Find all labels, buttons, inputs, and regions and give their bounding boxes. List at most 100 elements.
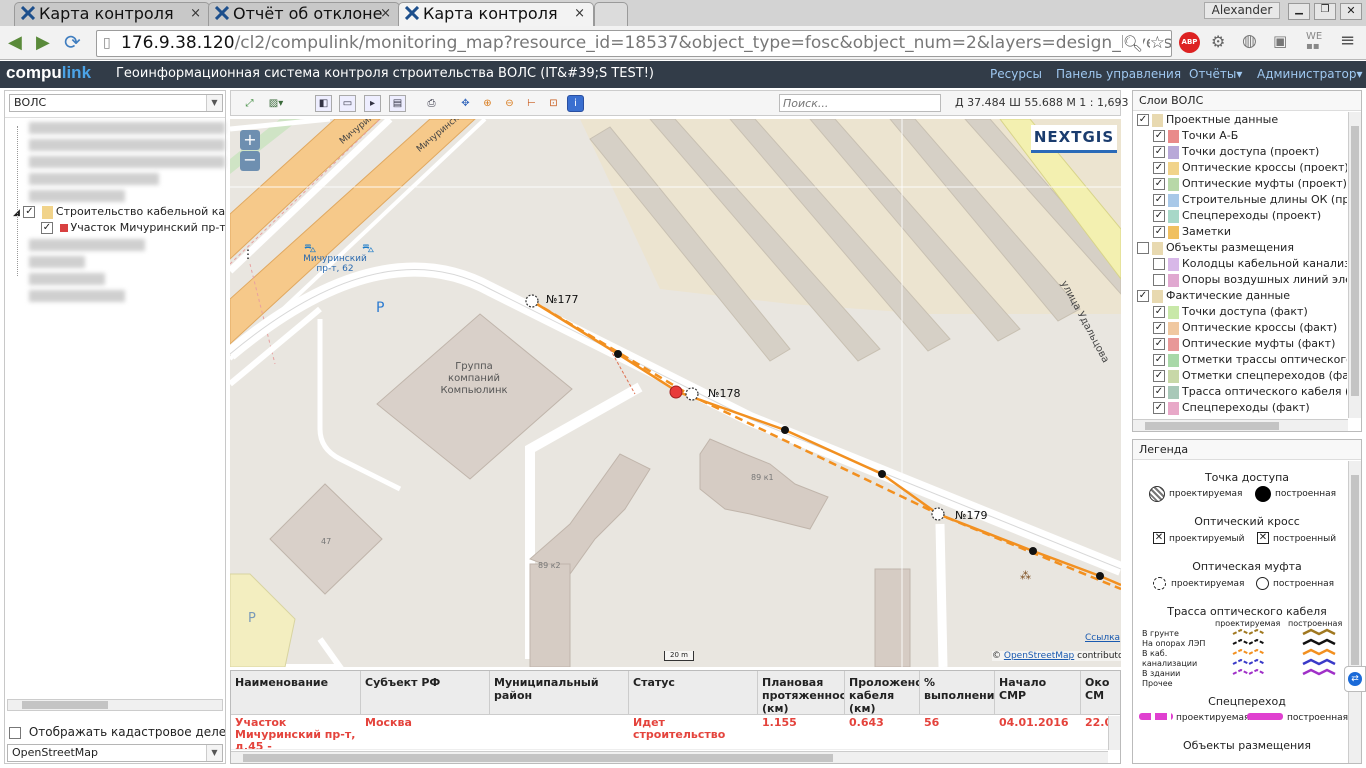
adblock-icon[interactable]: ABP <box>1179 32 1200 53</box>
globe-icon[interactable]: ◍ <box>1242 31 1257 51</box>
zoom-magnifier-icon[interactable]: 🔍︎ <box>1122 31 1143 56</box>
layer-item[interactable]: ✓ Строительные длины ОК (пр <box>1153 193 1347 209</box>
measure-area-icon[interactable]: ⊡ <box>545 95 562 112</box>
layer-item[interactable]: ✓ Точки доступа (факт) <box>1153 305 1308 321</box>
layer-checkbox[interactable]: ✓ <box>1153 386 1165 398</box>
layer-item[interactable]: ✓ Заметки <box>1153 225 1231 241</box>
scrollbar-thumb[interactable] <box>1351 475 1359 665</box>
browser-tab-3-active[interactable]: Карта контроля × <box>398 2 594 26</box>
layer-item[interactable]: ✓ Точки доступа (проект) <box>1153 145 1319 161</box>
extension-puzzle-icon[interactable]: ▣ <box>1273 32 1287 50</box>
zoom-out-tool-icon[interactable]: ⊖ <box>501 95 518 112</box>
object-type-select[interactable]: ВОЛС ▼ <box>9 94 223 112</box>
col-header-name[interactable]: Наименование <box>231 671 361 715</box>
tree-item-blurred[interactable] <box>29 273 105 285</box>
layer-item[interactable]: Опоры воздушных линий эле <box>1153 273 1347 289</box>
osm-link[interactable]: OpenStreetMap <box>1004 651 1074 661</box>
layer-checkbox[interactable] <box>1137 242 1149 254</box>
layer-item[interactable]: ✓ Оптические муфты (факт) <box>1153 337 1335 353</box>
tree-item-section[interactable]: ✓ Участок Мичуринский пр-т, <box>41 221 225 234</box>
scrollbar-thumb[interactable] <box>1351 126 1359 396</box>
measure-ruler-icon[interactable]: ⊢ <box>523 95 540 112</box>
point-label-179[interactable]: №179 <box>955 509 987 522</box>
profile-user-badge[interactable]: Alexander <box>1204 2 1280 19</box>
layout-table-icon[interactable]: ▤ <box>389 95 406 112</box>
tree-item-blurred[interactable] <box>29 122 225 134</box>
layers-vertical-scrollbar[interactable] <box>1348 112 1361 418</box>
layer-checkbox[interactable]: ✓ <box>1153 338 1165 350</box>
new-tab-button[interactable] <box>594 2 628 26</box>
zoom-in-tool-icon[interactable]: ⊕ <box>479 95 496 112</box>
tree-item-blurred[interactable] <box>29 173 159 185</box>
teamviewer-icon[interactable]: ⇄ <box>1344 666 1366 692</box>
layer-item[interactable]: ✓ Оптические кроссы (проект) <box>1153 161 1347 177</box>
print-icon[interactable]: ⎙ <box>423 95 440 112</box>
layer-item[interactable]: ✓ Отметки спецпереходов (фа <box>1153 369 1347 385</box>
layer-item[interactable]: ✓ Оптические кроссы (факт) <box>1153 321 1337 337</box>
layers-horizontal-scrollbar[interactable] <box>1133 419 1348 431</box>
layer-item[interactable]: Колодцы кабельной канализ <box>1153 257 1347 273</box>
back-arrow-icon[interactable]: ◀ <box>8 32 22 53</box>
tree-item-blurred[interactable] <box>29 239 145 251</box>
col-header-status[interactable]: Статус <box>629 671 758 715</box>
point-label-178[interactable]: №178 <box>708 387 740 400</box>
layer-item[interactable]: ✓ Проектные данные <box>1137 113 1278 129</box>
layer-checkbox[interactable] <box>1153 258 1165 270</box>
tab-close-icon[interactable]: × <box>190 3 201 25</box>
menu-reports[interactable]: Отчёты▾ <box>1189 67 1242 81</box>
layer-checkbox[interactable] <box>1153 274 1165 286</box>
layout-play-icon[interactable]: ▸ <box>364 95 381 112</box>
menu-resources[interactable]: Ресурсы <box>990 67 1042 81</box>
tree-horizontal-scrollbar[interactable] <box>7 699 223 711</box>
layer-checkbox[interactable]: ✓ <box>1153 130 1165 142</box>
full-extent-icon[interactable]: ⤢ <box>241 95 258 112</box>
layer-checkbox[interactable]: ✓ <box>1153 226 1165 238</box>
grid-vertical-scrollbar[interactable] <box>1108 716 1120 750</box>
map-search-input[interactable] <box>779 94 941 112</box>
layout-left-icon[interactable]: ◧ <box>315 95 332 112</box>
point-label-177[interactable]: №177 <box>546 293 578 306</box>
col-header-end[interactable]: Око СМ <box>1081 671 1120 715</box>
layer-checkbox[interactable]: ✓ <box>1153 178 1165 190</box>
layer-checkbox[interactable]: ✓ <box>1153 162 1165 174</box>
bookmark-star-icon[interactable]: ☆ <box>1149 31 1165 56</box>
identify-info-icon[interactable]: i <box>567 95 584 112</box>
grid-horizontal-scrollbar[interactable] <box>231 751 1108 763</box>
layer-item[interactable]: ✓ Трасса оптического кабеля ( <box>1153 385 1347 401</box>
scrollbar-thumb[interactable] <box>22 701 108 709</box>
browser-tab-2[interactable]: Отчёт об отклоне × <box>208 2 400 26</box>
tab-close-icon[interactable]: × <box>380 3 391 25</box>
layer-item[interactable]: ✓ Спецпереходы (факт) <box>1153 401 1310 417</box>
zoom-in-button[interactable]: + <box>240 130 260 150</box>
col-header-start-date[interactable]: Начало СМР <box>995 671 1081 715</box>
restore-window-icon[interactable]: ❐ <box>1314 3 1336 20</box>
layer-checkbox[interactable]: ✓ <box>1153 402 1165 414</box>
col-header-subject[interactable]: Субъект РФ <box>361 671 490 715</box>
col-header-percent[interactable]: % выполнения <box>920 671 995 715</box>
layer-checkbox[interactable]: ✓ <box>1153 146 1165 158</box>
address-bar[interactable]: ▯ 176.9.38.120/cl2/compulink/monitoring_… <box>96 30 1172 57</box>
pan-icon[interactable]: ✥ <box>457 95 474 112</box>
forward-arrow-icon[interactable]: ▶ <box>36 32 50 53</box>
web-extension-icon[interactable]: WE ▪▪ <box>1306 32 1322 52</box>
legend-vertical-scrollbar[interactable] <box>1348 461 1361 763</box>
tree-checkbox[interactable]: ✓ <box>23 206 36 218</box>
scrollbar-thumb[interactable] <box>243 754 833 762</box>
layer-checkbox[interactable]: ✓ <box>1153 370 1165 382</box>
tree-item-blurred[interactable] <box>29 190 125 202</box>
layer-item[interactable]: ✓ Точки А-Б <box>1153 129 1238 145</box>
layer-checkbox[interactable]: ✓ <box>1153 322 1165 334</box>
table-row[interactable]: Участок Мичуринский пр-т, д.45 - ул.Удал… <box>231 716 1120 750</box>
tree-item-blurred[interactable] <box>29 290 125 302</box>
note-marker-icon[interactable]: ⁂ <box>1020 569 1031 582</box>
chrome-menu-icon[interactable]: ≡ <box>1340 30 1355 51</box>
tree-item-blurred[interactable] <box>29 256 85 268</box>
col-header-planned-length[interactable]: Плановая протяженность (км) <box>758 671 845 715</box>
tab-close-icon[interactable]: × <box>574 3 585 25</box>
layer-item[interactable]: ✓ Спецпереходы (проект) <box>1153 209 1321 225</box>
link-button[interactable]: Ссылка <box>1085 633 1120 643</box>
layer-checkbox[interactable]: ✓ <box>1153 194 1165 206</box>
layer-checkbox[interactable]: ✓ <box>1153 306 1165 318</box>
layer-checkbox[interactable]: ✓ <box>1137 114 1149 126</box>
layer-item[interactable]: ✓ Оптические муфты (проект) <box>1153 177 1347 193</box>
